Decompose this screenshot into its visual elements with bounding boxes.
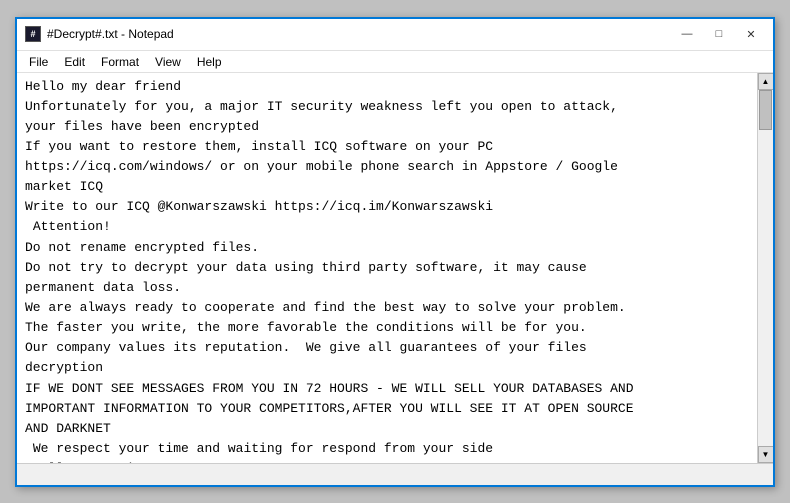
status-bar: [17, 463, 773, 485]
title-bar: # #Decrypt#.txt - Notepad — □ ✕: [17, 19, 773, 51]
notepad-window: # #Decrypt#.txt - Notepad — □ ✕ File Edi…: [15, 17, 775, 487]
app-icon: #: [25, 26, 41, 42]
menu-format[interactable]: Format: [93, 53, 147, 70]
scroll-thumb[interactable]: [759, 90, 772, 130]
text-editor[interactable]: Hello my dear friend Unfortunately for y…: [17, 73, 757, 463]
scroll-track[interactable]: [758, 90, 773, 446]
title-bar-left: # #Decrypt#.txt - Notepad: [25, 26, 174, 42]
close-button[interactable]: ✕: [737, 24, 765, 44]
menu-bar: File Edit Format View Help: [17, 51, 773, 73]
content-area: Hello my dear friend Unfortunately for y…: [17, 73, 773, 463]
menu-view[interactable]: View: [147, 53, 189, 70]
menu-file[interactable]: File: [21, 53, 56, 70]
window-controls: — □ ✕: [673, 24, 765, 44]
scroll-down-arrow[interactable]: ▼: [758, 446, 774, 463]
menu-edit[interactable]: Edit: [56, 53, 93, 70]
menu-help[interactable]: Help: [189, 53, 230, 70]
scroll-up-arrow[interactable]: ▲: [758, 73, 774, 90]
window-title: #Decrypt#.txt - Notepad: [47, 27, 174, 41]
vertical-scrollbar[interactable]: ▲ ▼: [757, 73, 773, 463]
maximize-button[interactable]: □: [705, 24, 733, 44]
minimize-button[interactable]: —: [673, 24, 701, 44]
